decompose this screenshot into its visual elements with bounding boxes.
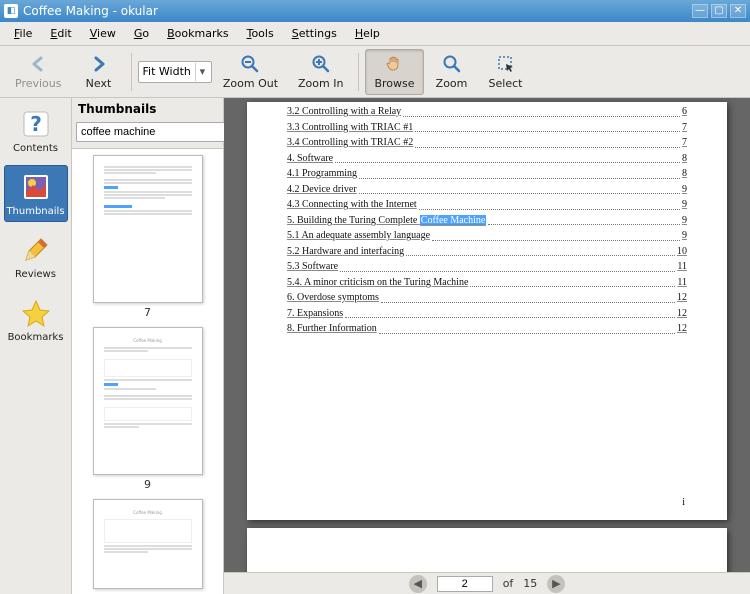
zoom-out-icon [239,53,261,75]
page-number-input[interactable] [437,576,493,592]
menu-file[interactable]: File [6,24,40,43]
toolbar: Previous Next Fit Width ▾ Zoom Out Zoom … [0,46,750,98]
menu-help[interactable]: Help [347,24,388,43]
toc-entry[interactable]: 6. Overdose symptoms12 [287,290,687,306]
arrow-right-icon [88,53,110,75]
menu-settings[interactable]: Settings [284,24,345,43]
toc-entry[interactable]: 3.2 Controlling with a Relay6 [287,104,687,120]
page-footer: i [287,497,687,508]
previous-button[interactable]: Previous [6,49,71,95]
star-icon [19,296,53,330]
zoom-level-value: Fit Width [143,65,191,78]
sidebar-reviews[interactable]: Reviews [4,228,68,285]
svg-text:?: ? [30,112,42,136]
document-scroll-area[interactable]: 3.2 Controlling with a Relay63.3 Control… [224,98,750,572]
thumbnails-title: Thumbnails [72,98,223,122]
browse-tool-button[interactable]: Browse [365,49,423,95]
toc-entry[interactable]: 7. Expansions12 [287,306,687,322]
thumbnails-panel: Thumbnails ⌫ 7 [72,98,224,594]
thumbnail-page: Coffee Making [93,327,203,475]
hand-icon [383,53,405,75]
thumbnail-item[interactable]: 7 [72,155,223,319]
zoom-tool-button[interactable]: Zoom [426,49,478,95]
menu-bookmarks[interactable]: Bookmarks [159,24,236,43]
toc-entry[interactable]: 4.2 Device driver9 [287,182,687,198]
thumbnails-icon [19,170,53,204]
help-icon: ? [19,107,53,141]
page-next-button[interactable]: ▶ [547,575,565,593]
thumbnail-page-number: 9 [144,478,151,491]
page-navigation-bar: ◀ of 15 ▶ [224,572,750,594]
sidebar-bookmarks[interactable]: Bookmarks [4,291,68,348]
maximize-button[interactable]: ▢ [711,4,727,18]
toolbar-separator [358,53,359,91]
arrow-left-icon [27,53,49,75]
menu-tools[interactable]: Tools [239,24,282,43]
side-tabs: ? Contents Thumbnails Reviews Bookmarks [0,98,72,594]
toc-entry[interactable]: 5.3 Software11 [287,259,687,275]
toc-entry[interactable]: 5.4. A minor criticism on the Turing Mac… [287,275,687,291]
menu-go[interactable]: Go [126,24,157,43]
menu-edit[interactable]: Edit [42,24,79,43]
document-page: 3.2 Controlling with a Relay63.3 Control… [247,102,727,520]
menu-view[interactable]: View [82,24,124,43]
page-prev-button[interactable]: ◀ [409,575,427,593]
toolbar-separator [131,53,132,91]
toc-entry[interactable]: 5.1 An adequate assembly language9 [287,228,687,244]
thumbnail-list[interactable]: 7 Coffee Making 9 Coffee Making [72,148,223,594]
select-tool-button[interactable]: Select [480,49,532,95]
magnifier-icon [441,53,463,75]
minimize-button[interactable]: — [692,4,708,18]
thumbnail-item[interactable]: Coffee Making 9 [72,327,223,491]
thumbnail-page-number: 7 [144,306,151,319]
sidebar-contents[interactable]: ? Contents [4,102,68,159]
next-button[interactable]: Next [73,49,125,95]
page-of-label: of [503,577,514,590]
toc-entry[interactable]: 3.3 Controlling with TRIAC #17 [287,120,687,136]
toc-entry[interactable]: 5. Building the Turing Complete Coffee M… [287,213,687,229]
window-title: Coffee Making - okular [23,4,692,18]
select-icon [495,53,517,75]
thumbnail-search-input[interactable]: ⌫ [76,122,248,142]
toc-entry[interactable]: 8. Further Information12 [287,321,687,337]
sidebar-thumbnails[interactable]: Thumbnails [4,165,68,222]
app-icon: ◧ [4,4,18,18]
document-page: Coffee Making Fotis Georgatos < gef@ceid… [247,528,727,573]
zoom-in-button[interactable]: Zoom In [289,49,352,95]
toc-entry[interactable]: 4. Software8 [287,151,687,167]
window-titlebar: ◧ Coffee Making - okular — ▢ ✕ [0,0,750,22]
toc-entry[interactable]: 5.2 Hardware and interfacing10 [287,244,687,260]
thumbnail-item[interactable]: Coffee Making [72,499,223,589]
thumbnail-page: Coffee Making [93,499,203,589]
thumbnail-page [93,155,203,303]
document-view: 3.2 Controlling with a Relay63.3 Control… [224,98,750,594]
zoom-level-combo[interactable]: Fit Width ▾ [138,61,212,83]
toc-entry[interactable]: 4.1 Programming8 [287,166,687,182]
zoom-in-icon [310,53,332,75]
chevron-down-icon: ▾ [195,63,209,81]
pencil-icon [19,233,53,267]
thumbnail-search-field[interactable] [81,126,223,138]
toc-entry[interactable]: 4.3 Connecting with the Internet9 [287,197,687,213]
close-button[interactable]: ✕ [730,4,746,18]
menubar: File Edit View Go Bookmarks Tools Settin… [0,22,750,46]
toc-entry[interactable]: 3.4 Controlling with TRIAC #27 [287,135,687,151]
page-total: 15 [523,577,537,590]
zoom-out-button[interactable]: Zoom Out [214,49,287,95]
